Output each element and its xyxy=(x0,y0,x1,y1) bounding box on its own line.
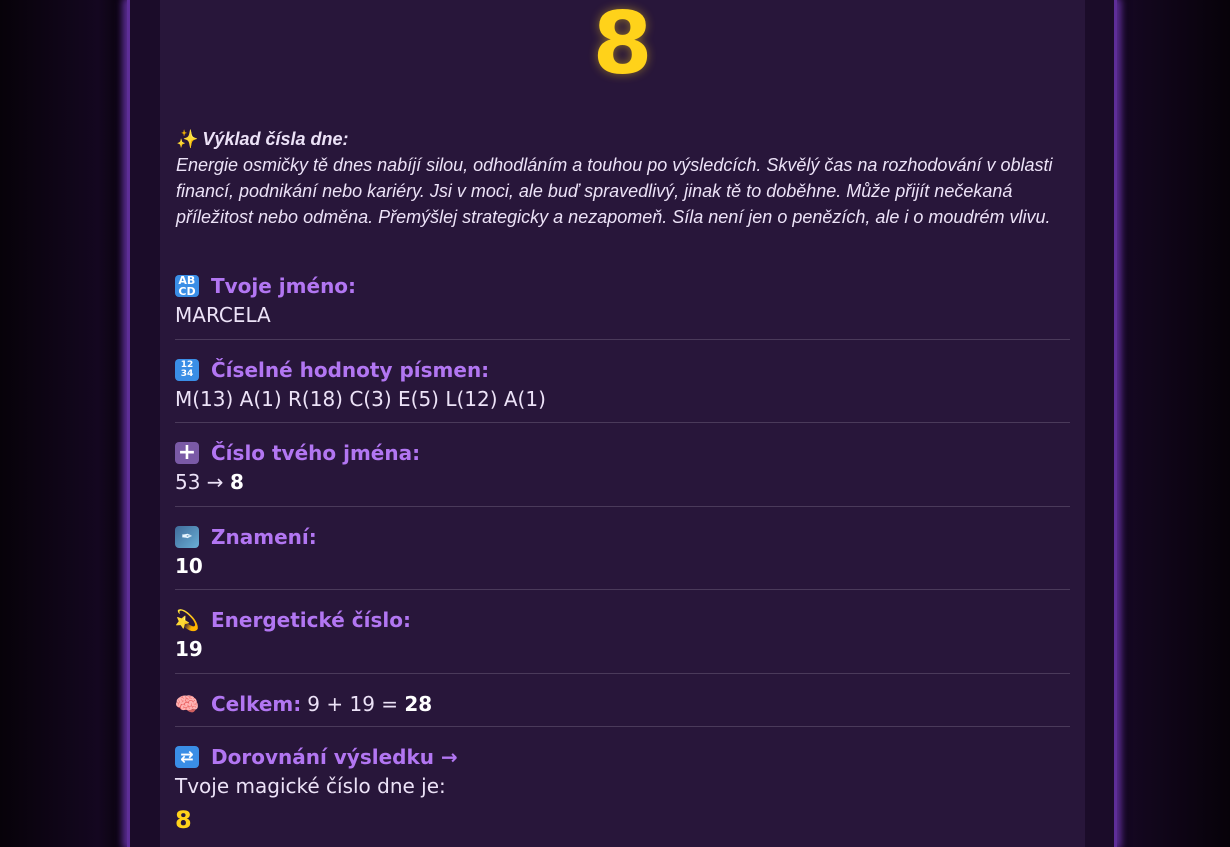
energy-label: 💫 Energetické číslo: xyxy=(174,608,411,632)
result-card: 8 ✨ Výklad čísla dne: Energie osmičky tě … xyxy=(160,0,1085,847)
energy-section: 💫 Energetické číslo: 19 xyxy=(175,606,1070,674)
letter-values-section: 12 34 Číselné hodnoty písmen: M(13) A(1) … xyxy=(175,356,1070,423)
name-value: MARCELA xyxy=(175,303,271,327)
energy-value: 19 xyxy=(175,637,203,661)
abcd-icon: AB CD xyxy=(175,275,199,297)
interpretation-title: ✨ Výklad čísla dne: xyxy=(176,129,349,149)
total-result: 28 xyxy=(404,692,433,716)
magic-number: 8 xyxy=(175,806,192,834)
total-label: 🧠 Celkem: 9 + 19 = 28 xyxy=(174,692,433,716)
name-number-result: 8 xyxy=(229,470,244,494)
repeat-icon: ⇄ xyxy=(175,746,199,768)
reduction-section: ⇄ Dorovnání výsledku → Tvoje magické čís… xyxy=(175,743,1070,847)
interpretation-text: Energie osmičky tě dnes nabíjí silou, od… xyxy=(176,155,1053,227)
name-number-section: + Číslo tvého jména: 53 → 8 xyxy=(175,439,1070,507)
numbers-1234-icon: 12 34 xyxy=(175,359,199,381)
name-label: AB CD Tvoje jméno: xyxy=(175,272,1070,300)
reduction-label: ⇄ Dorovnání výsledku → xyxy=(175,743,1070,771)
dizzy-icon: 💫 xyxy=(174,608,200,632)
sign-label: ✒ Znamení: xyxy=(175,523,1070,551)
reduction-text: Tvoje magické číslo dne je: xyxy=(175,774,446,798)
letter-values-label: 12 34 Číselné hodnoty písmen: xyxy=(175,356,1070,384)
sparkles-icon: ✨ xyxy=(176,129,199,149)
plus-icon: + xyxy=(175,442,199,464)
name-number-value: 53 → 8 xyxy=(175,470,244,494)
name-section: AB CD Tvoje jméno: MARCELA xyxy=(175,272,1070,340)
interpretation-block: ✨ Výklad čísla dne: Energie osmičky tě dn… xyxy=(176,126,1056,230)
name-number-label: + Číslo tvého jména: xyxy=(175,439,1070,467)
brain-icon: 🧠 xyxy=(174,692,200,716)
total-section: 🧠 Celkem: 9 + 19 = 28 xyxy=(175,690,1070,727)
feather-icon: ✒ xyxy=(175,526,199,548)
page: 8 ✨ Výklad čísla dne: Energie osmičky tě … xyxy=(0,0,1230,847)
hero-number: 8 xyxy=(592,0,653,94)
sign-section: ✒ Znamení: 10 xyxy=(175,523,1070,590)
letter-values-value: M(13) A(1) R(18) C(3) E(5) L(12) A(1) xyxy=(175,387,546,411)
sign-value: 10 xyxy=(175,554,203,578)
total-value: 9 + 19 = 28 xyxy=(307,692,433,716)
